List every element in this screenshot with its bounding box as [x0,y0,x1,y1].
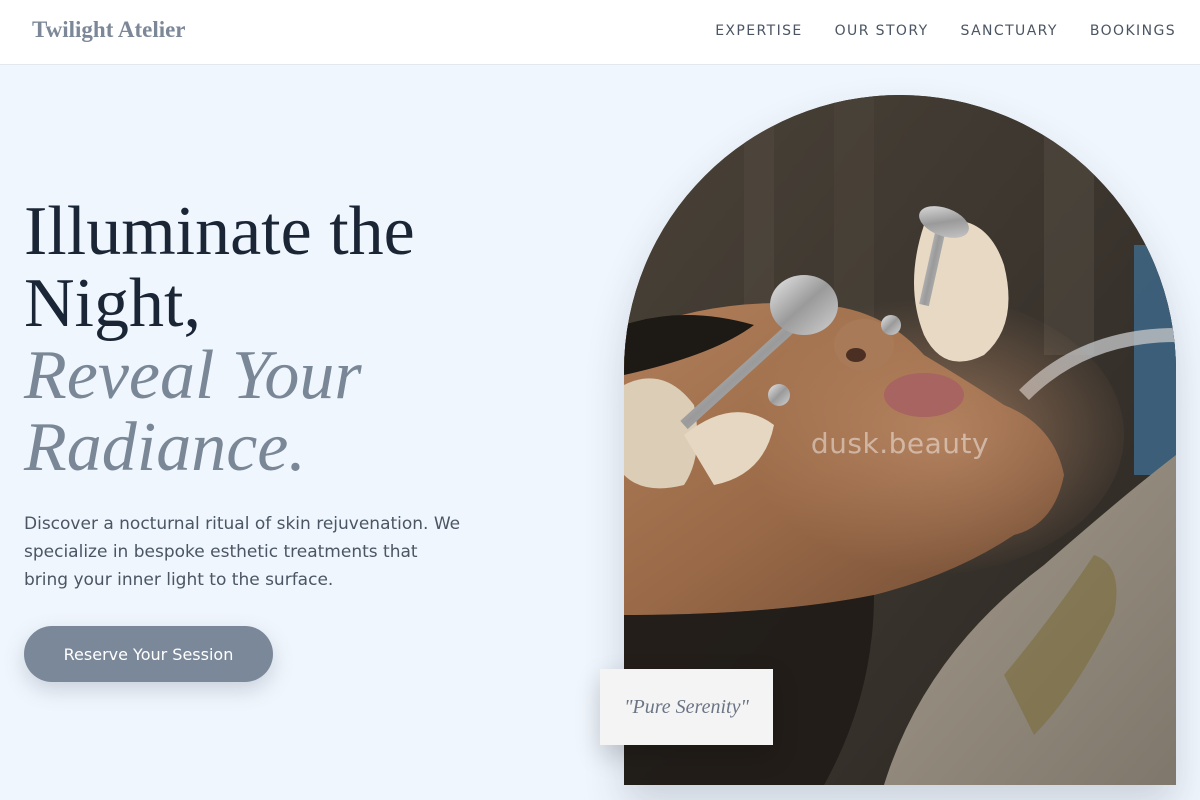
main-nav: EXPERTISE OUR STORY SANCTUARY BOOKINGS [715,23,1176,39]
image-watermark: dusk.beauty [810,427,990,460]
headline-line-2: Night, [24,265,201,342]
reserve-session-button[interactable]: Reserve Your Session [24,626,273,682]
headline-line-1: Illuminate the [24,193,415,270]
quote-text: "Pure Serenity" [624,695,749,718]
headline-accent-line-1: Reveal Your [24,337,362,414]
nav-item-bookings[interactable]: BOOKINGS [1090,23,1176,39]
nav-item-sanctuary[interactable]: SANCTUARY [961,23,1058,39]
nav-item-expertise[interactable]: EXPERTISE [715,23,802,39]
nav-item-our-story[interactable]: OUR STORY [835,23,929,39]
headline-accent-line-2: Radiance. [24,409,306,486]
hero-headline: Illuminate the Night, Reveal Your Radian… [24,196,544,484]
hero-description: Discover a nocturnal ritual of skin reju… [24,514,461,590]
brand-logo[interactable]: Twilight Atelier [32,17,186,43]
quote-card: "Pure Serenity" [600,669,773,745]
site-header: Twilight Atelier EXPERTISE OUR STORY SAN… [0,0,1200,65]
